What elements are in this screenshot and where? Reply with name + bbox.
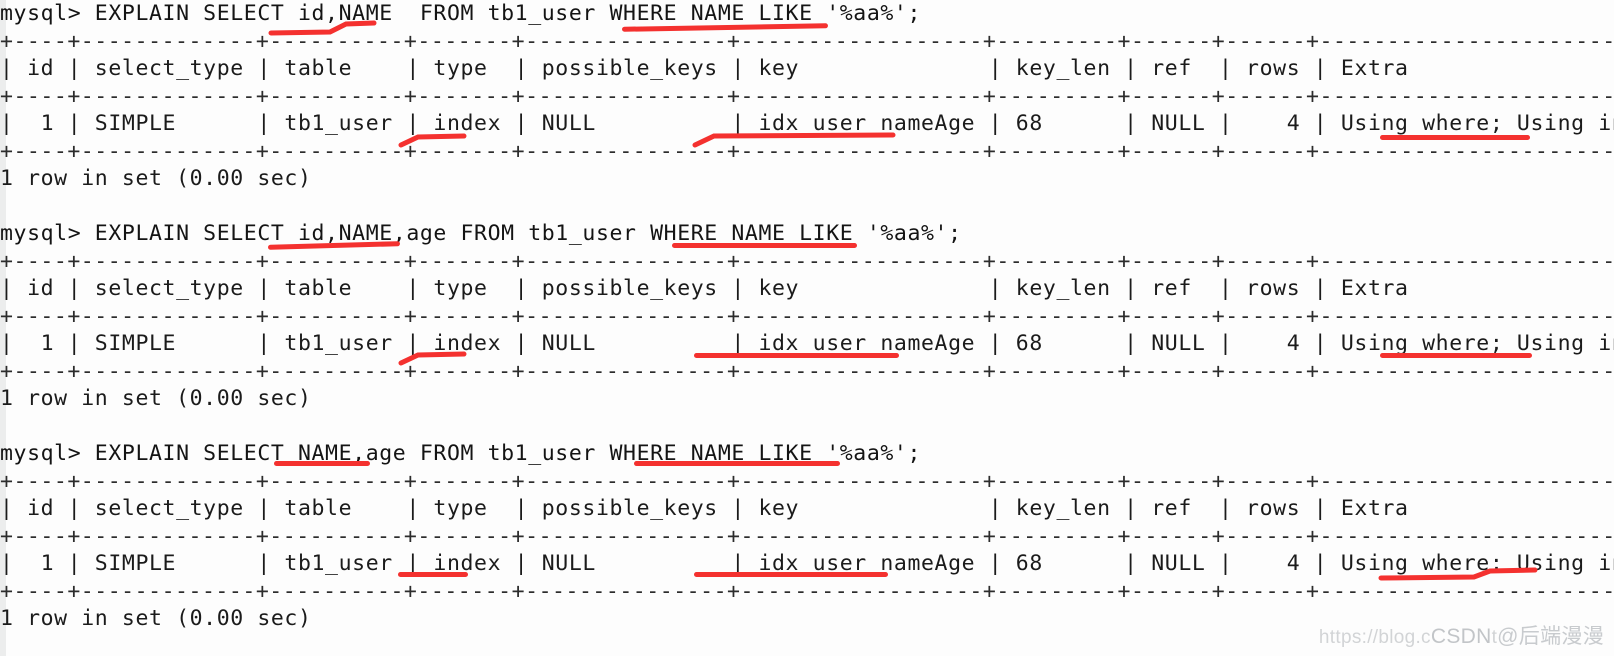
- csdn-watermark: https://blog.cCSDNt@后端漫漫: [1319, 620, 1604, 650]
- watermark-brand: CSDN: [1430, 625, 1492, 648]
- table-separator-bottom-1: +----+-------------+----------+-------+-…: [0, 138, 1614, 164]
- table-header-1: | id | select_type | table | type | poss…: [0, 56, 1614, 81]
- table-separator-mid-1: +----+-------------+----------+-------+-…: [0, 83, 1614, 109]
- query-line-3: mysql> EXPLAIN SELECT NAME,age FROM tb1_…: [0, 441, 921, 466]
- table-separator-bottom-3: +----+-------------+----------+-------+-…: [0, 578, 1614, 604]
- table-separator-mid-2: +----+-------------+----------+-------+-…: [0, 303, 1614, 329]
- spacer-1: [0, 193, 1614, 221]
- console-output: mysql> EXPLAIN SELECT id,NAME FROM tb1_u…: [0, 0, 1614, 633]
- table-row: | 1 | SIMPLE | tb1_user | index | NULL |…: [0, 551, 1614, 576]
- table-header-2: | id | select_type | table | type | poss…: [0, 276, 1614, 301]
- table-header-3: | id | select_type | table | type | poss…: [0, 496, 1614, 521]
- watermark-url: https://blog.c: [1318, 627, 1431, 648]
- query-line-1: mysql> EXPLAIN SELECT id,NAME FROM tb1_u…: [0, 1, 921, 26]
- result-status-1: 1 row in set (0.00 sec): [0, 166, 312, 191]
- table-separator-top-3: +----+-------------+----------+-------+-…: [0, 468, 1614, 494]
- watermark-author: @后端漫漫: [1497, 625, 1604, 648]
- query-line-2: mysql> EXPLAIN SELECT id,NAME,age FROM t…: [0, 221, 962, 246]
- table-row: | 1 | SIMPLE | tb1_user | index | NULL |…: [0, 331, 1614, 356]
- table-separator-mid-3: +----+-------------+----------+-------+-…: [0, 523, 1614, 549]
- spacer-2: [0, 413, 1614, 441]
- table-separator-top-2: +----+-------------+----------+-------+-…: [0, 248, 1614, 274]
- terminal-window: mysql> EXPLAIN SELECT id,NAME FROM tb1_u…: [0, 0, 1614, 656]
- table-separator-bottom-2: +----+-------------+----------+-------+-…: [0, 358, 1614, 384]
- table-row: | 1 | SIMPLE | tb1_user | index | NULL |…: [0, 111, 1614, 136]
- result-status-2: 1 row in set (0.00 sec): [0, 386, 312, 411]
- table-separator-top-1: +----+-------------+----------+-------+-…: [0, 28, 1614, 54]
